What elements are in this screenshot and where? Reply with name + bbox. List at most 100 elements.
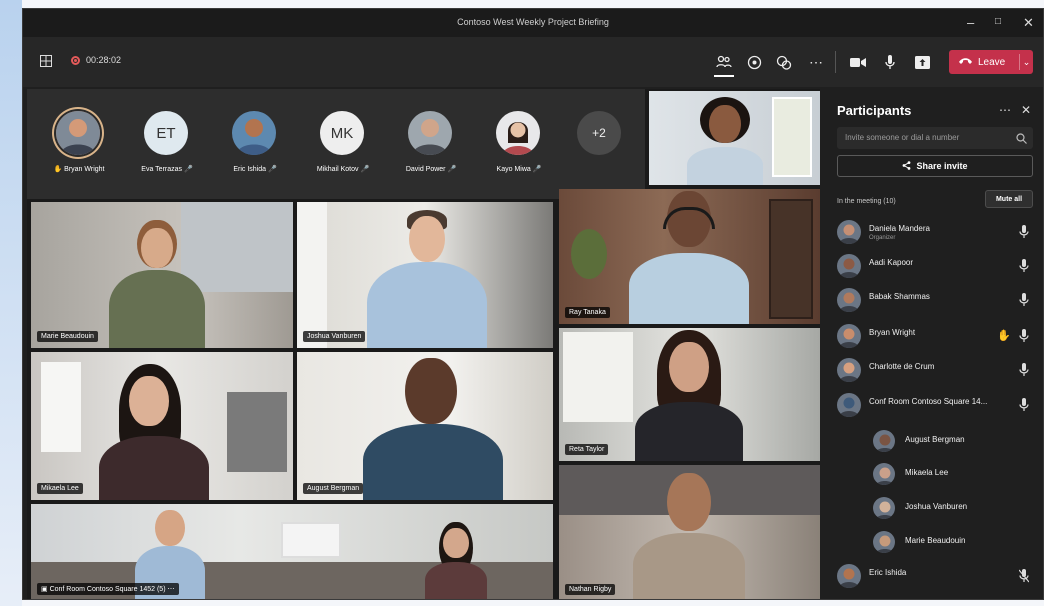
avatar bbox=[496, 111, 540, 155]
video-tile-top-right[interactable] bbox=[649, 91, 820, 185]
title-bar: Contoso West Weekly Project Briefing – □… bbox=[23, 9, 1043, 37]
avatar-name: Kayo Miwa 🎤 bbox=[496, 166, 542, 173]
avatar-eric-ishida[interactable]: Eric Ishida 🎤 bbox=[213, 89, 297, 199]
participant-row[interactable]: Aadi Kapoor bbox=[837, 251, 1033, 281]
mic-icon: 🎤 bbox=[267, 166, 277, 173]
video-tile-mikaela[interactable]: Mikaela Lee bbox=[31, 352, 293, 500]
participant-row[interactable]: Conf Room Contoso Square 14... bbox=[837, 390, 1033, 420]
leave-button[interactable]: Leave ⌄ bbox=[949, 50, 1033, 74]
grid-icon[interactable] bbox=[39, 54, 53, 68]
participant-name-label: Marie Beaudouin bbox=[37, 331, 98, 342]
window-bg bbox=[297, 202, 327, 348]
participant-row[interactable]: Bryan Wright ✋ bbox=[837, 321, 1033, 351]
avatar-bryan-wright[interactable]: ✋ Bryan Wright bbox=[37, 89, 121, 199]
mic-icon[interactable] bbox=[1019, 293, 1031, 307]
mic-icon[interactable] bbox=[1019, 259, 1031, 273]
door-bg bbox=[227, 392, 287, 472]
search-icon[interactable] bbox=[1016, 131, 1027, 149]
people-icon[interactable] bbox=[713, 51, 735, 73]
participant-row[interactable]: Charlotte de Crum bbox=[837, 355, 1033, 385]
minimize-icon[interactable]: – bbox=[967, 15, 974, 30]
close-panel-icon[interactable]: ✕ bbox=[1021, 103, 1031, 117]
participant-name: Joshua Vanburen bbox=[905, 502, 968, 511]
more-participants-button[interactable]: +2 bbox=[577, 111, 621, 155]
mic-muted-icon[interactable] bbox=[1018, 569, 1031, 583]
mic-icon[interactable] bbox=[879, 51, 901, 73]
window-title: Contoso West Weekly Project Briefing bbox=[457, 17, 609, 27]
avatar bbox=[408, 111, 452, 155]
more-icon[interactable]: ⋯ bbox=[805, 51, 827, 73]
video-tile-joshua[interactable]: Joshua Vanburen bbox=[297, 202, 553, 348]
more-icon[interactable]: ⋯ bbox=[999, 103, 1011, 117]
participants-panel: Participants ⋯ ✕ Invite someone or dial … bbox=[823, 89, 1043, 599]
mic-icon: 🎤 bbox=[447, 166, 457, 173]
camera-icon[interactable] bbox=[847, 51, 869, 73]
raised-hand-icon: ✋ bbox=[997, 330, 1011, 342]
meeting-toolbar: 00:28:02 ⋯ Leave ⌄ bbox=[23, 37, 1043, 87]
invite-search-input[interactable]: Invite someone or dial a number bbox=[837, 127, 1033, 149]
reactions-icon[interactable] bbox=[773, 51, 795, 73]
participant-row[interactable]: Babak Shammas bbox=[837, 285, 1033, 315]
participant-name: Bryan Wright bbox=[869, 328, 916, 337]
avatar-name: David Power 🎤 bbox=[405, 166, 457, 173]
panel-title: Participants bbox=[837, 103, 912, 118]
window-bg bbox=[563, 332, 633, 422]
leave-main[interactable]: Leave bbox=[949, 57, 1019, 68]
avatar-name: ✋ Bryan Wright bbox=[53, 166, 105, 173]
video-tile-conf-room[interactable]: ▣ Conf Room Contoso Square 1452 (5) ⋯ bbox=[31, 504, 553, 599]
participant-name-label: Reta Taylor bbox=[565, 444, 609, 455]
video-stage: ✋ Bryan Wright ET Eva Terrazas 🎤 Eric Is… bbox=[27, 89, 820, 599]
shelf-bg bbox=[769, 199, 813, 319]
participant-name: Eric Ishida bbox=[869, 568, 907, 577]
participant-name: Babak Shammas bbox=[869, 292, 930, 301]
participant-name: August Bergman bbox=[905, 435, 965, 444]
avatar-david-power[interactable]: David Power 🎤 bbox=[389, 89, 473, 199]
participant-row[interactable]: Daniela Mandera Organizer bbox=[837, 217, 1033, 247]
avatar-name: Mikhail Kotov 🎤 bbox=[316, 166, 370, 173]
avatar bbox=[837, 288, 861, 312]
participant-name: Charlotte de Crum bbox=[869, 362, 935, 371]
mic-icon: 🎤 bbox=[532, 166, 542, 173]
video-tile-marie[interactable]: Marie Beaudouin bbox=[31, 202, 293, 348]
participant-name: Marie Beaudouin bbox=[905, 536, 966, 545]
avatar-kayo-miwa[interactable]: Kayo Miwa 🎤 bbox=[477, 89, 561, 199]
participant-row[interactable]: August Bergman bbox=[873, 426, 1033, 456]
meeting-timer: 00:28:02 bbox=[71, 55, 121, 65]
wall-bg bbox=[181, 202, 293, 292]
mic-icon[interactable] bbox=[1019, 329, 1031, 343]
participant-row[interactable]: Eric Ishida bbox=[837, 561, 1033, 591]
avatar bbox=[873, 497, 895, 519]
participant-row[interactable]: Marie Beaudouin bbox=[873, 527, 1033, 557]
avatar bbox=[837, 358, 861, 382]
avatar bbox=[873, 531, 895, 553]
video-tile-ray[interactable]: Ray Tanaka bbox=[559, 189, 820, 324]
avatar bbox=[837, 393, 861, 417]
participant-row[interactable]: Mikaela Lee bbox=[873, 459, 1033, 489]
avatar bbox=[837, 324, 861, 348]
video-tile-nathan[interactable]: Nathan Rigby bbox=[559, 465, 820, 599]
close-icon[interactable]: ✕ bbox=[1023, 15, 1034, 31]
share-screen-icon[interactable] bbox=[911, 51, 933, 73]
avatar bbox=[837, 254, 861, 278]
mic-icon[interactable] bbox=[1019, 225, 1031, 239]
chevron-down-icon[interactable]: ⌄ bbox=[1020, 57, 1033, 68]
mic-icon[interactable] bbox=[1019, 363, 1031, 377]
mute-all-button[interactable]: Mute all bbox=[985, 190, 1033, 208]
maximize-icon[interactable]: □ bbox=[995, 16, 1001, 27]
participant-row[interactable]: Joshua Vanburen bbox=[873, 493, 1033, 523]
chat-icon[interactable] bbox=[743, 51, 765, 73]
avatar-mikhail-kotov[interactable]: MK Mikhail Kotov 🎤 bbox=[301, 89, 385, 199]
mic-icon[interactable] bbox=[1019, 398, 1031, 412]
video-tile-august[interactable]: August Bergman bbox=[297, 352, 553, 500]
avatar-name: Eric Ishida 🎤 bbox=[233, 166, 277, 173]
window-bg bbox=[772, 97, 812, 177]
participant-name-label: August Bergman bbox=[303, 483, 364, 494]
mic-icon: 🎤 bbox=[183, 166, 193, 173]
participant-name: Aadi Kapoor bbox=[869, 258, 914, 267]
share-icon bbox=[902, 160, 911, 172]
phone-icon bbox=[959, 57, 972, 68]
avatar-eva-terrazas[interactable]: ET Eva Terrazas 🎤 bbox=[125, 89, 209, 199]
participant-name-label: ▣ Conf Room Contoso Square 1452 (5) ⋯ bbox=[37, 583, 179, 595]
share-invite-button[interactable]: Share invite bbox=[837, 155, 1033, 177]
video-tile-reta[interactable]: Reta Taylor bbox=[559, 328, 820, 461]
